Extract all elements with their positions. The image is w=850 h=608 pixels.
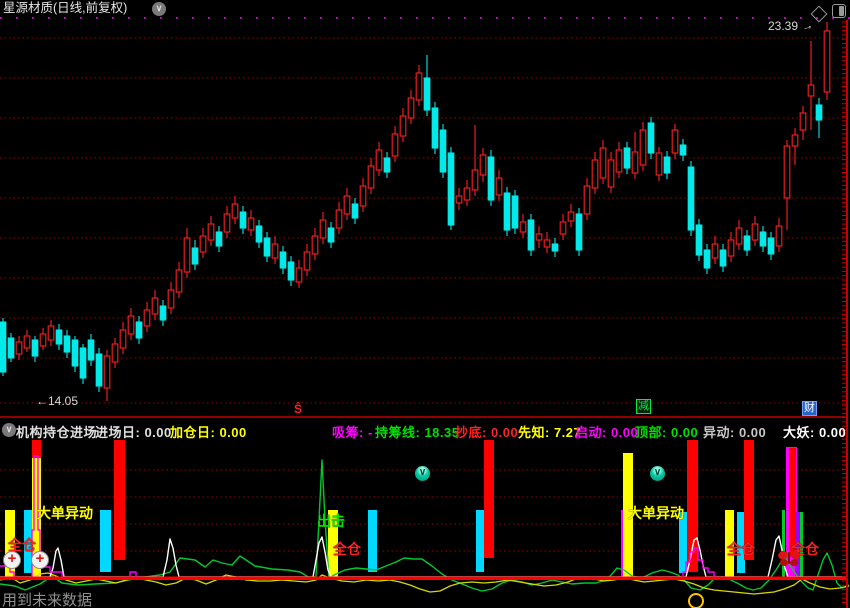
butterfly-icon: [776, 549, 802, 568]
chevron-down-circle-icon[interactable]: ∨: [650, 466, 665, 481]
high-price-annotation: 23.39 →: [768, 17, 816, 35]
indicator-field-6: 先知: 7.27: [518, 425, 582, 440]
indicator-field-0: 机构持仓进场: [16, 425, 98, 440]
panel-label-1: 大单异动: [628, 505, 684, 521]
wealth-mark: 财: [802, 401, 817, 416]
panel-label-0: 大单异动: [37, 505, 93, 521]
panel-label-4: 全仓: [333, 541, 361, 557]
indicator-field-5: 抄底: 0.00: [455, 425, 519, 440]
chevron-down-icon[interactable]: ∨: [152, 2, 166, 16]
chevron-down-circle-icon[interactable]: ∨: [415, 466, 430, 481]
split-pane-icon[interactable]: [832, 4, 846, 18]
sell-mark: Ŝ: [294, 402, 303, 416]
indicator-field-9: 异动: 0.00: [703, 425, 767, 440]
panel-label-3: 出击: [317, 513, 345, 529]
security-title: 星源材质(日线,前复权): [3, 1, 128, 15]
trading-app-window: 星源材质(日线,前复权) ∨ 23.39 → ←14.05 ∨ 机构持仓进场 进场…: [0, 0, 850, 608]
indicator-field-10: 大妖: 0.00: [783, 425, 847, 440]
arrow-up-right-icon: →: [799, 17, 816, 35]
ring-icon: [688, 593, 704, 608]
indicator-field-8: 顶部: 0.00: [635, 425, 699, 440]
indicator-field-7: 启动: 0.00: [575, 425, 639, 440]
title-bar: 星源材质(日线,前复权) ∨: [0, 0, 850, 17]
indicator-field-1: 进场日: 0.00: [95, 425, 172, 440]
indicator-field-4: 持筹线: 18.35: [375, 425, 460, 440]
indicator-field-2: 加仓日: 0.00: [170, 425, 247, 440]
watermark: 用到未来数据: [2, 592, 93, 608]
panel-label-5: 全仓: [727, 541, 755, 557]
reduce-mark: 减: [636, 399, 651, 414]
indicator-field-3: 吸筹: -: [332, 425, 373, 440]
indicator-collapse-icon[interactable]: ∨: [2, 423, 16, 437]
low-price-annotation: ←14.05: [36, 394, 79, 408]
plus-circle-icon: +: [31, 551, 49, 569]
main-chart-canvas[interactable]: [0, 0, 850, 608]
plus-circle-icon: +: [3, 551, 21, 569]
